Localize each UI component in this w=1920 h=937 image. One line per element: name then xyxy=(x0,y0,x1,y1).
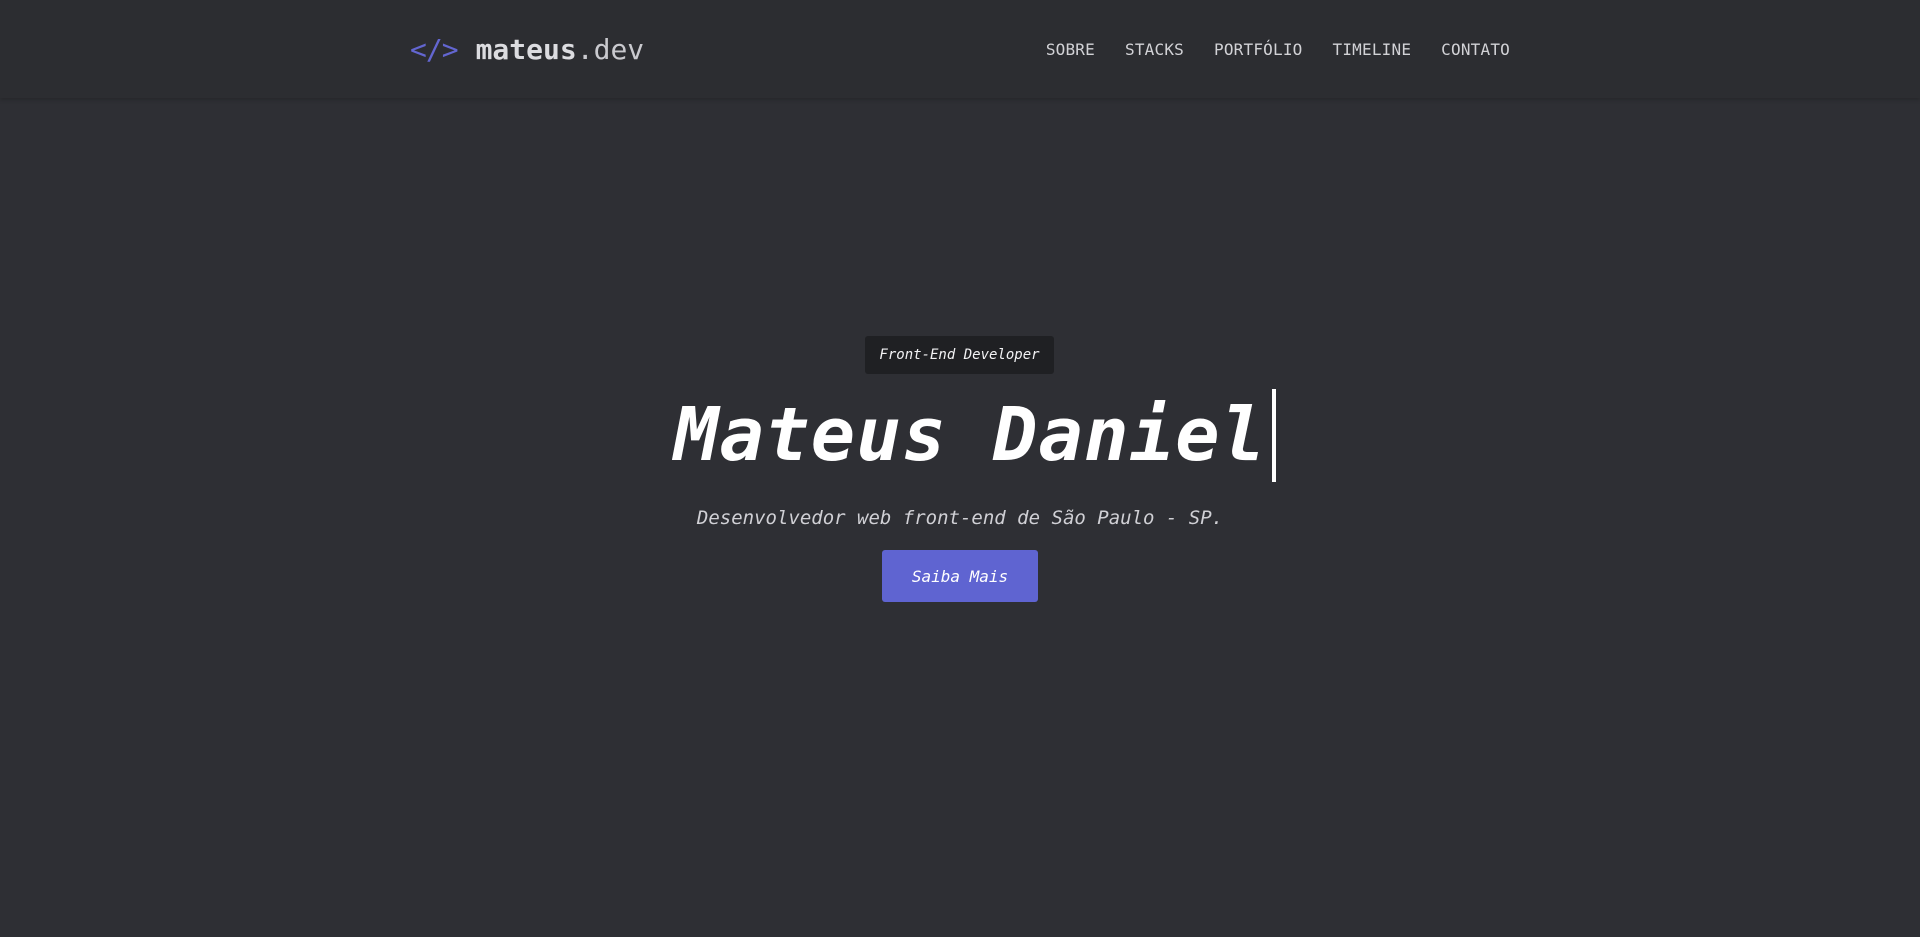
role-badge: Front-End Developer xyxy=(865,336,1054,374)
hero-title: Mateus Daniel xyxy=(674,388,1277,483)
typing-cursor xyxy=(1272,389,1277,482)
hero-subtitle: Desenvolvedor web front-end de São Paulo… xyxy=(696,507,1224,529)
saiba-mais-button[interactable]: Saiba Mais xyxy=(882,550,1038,602)
hero-section: Front-End Developer Mateus Daniel Desenv… xyxy=(0,0,1920,937)
hero-title-text: Mateus Daniel xyxy=(674,392,1267,478)
